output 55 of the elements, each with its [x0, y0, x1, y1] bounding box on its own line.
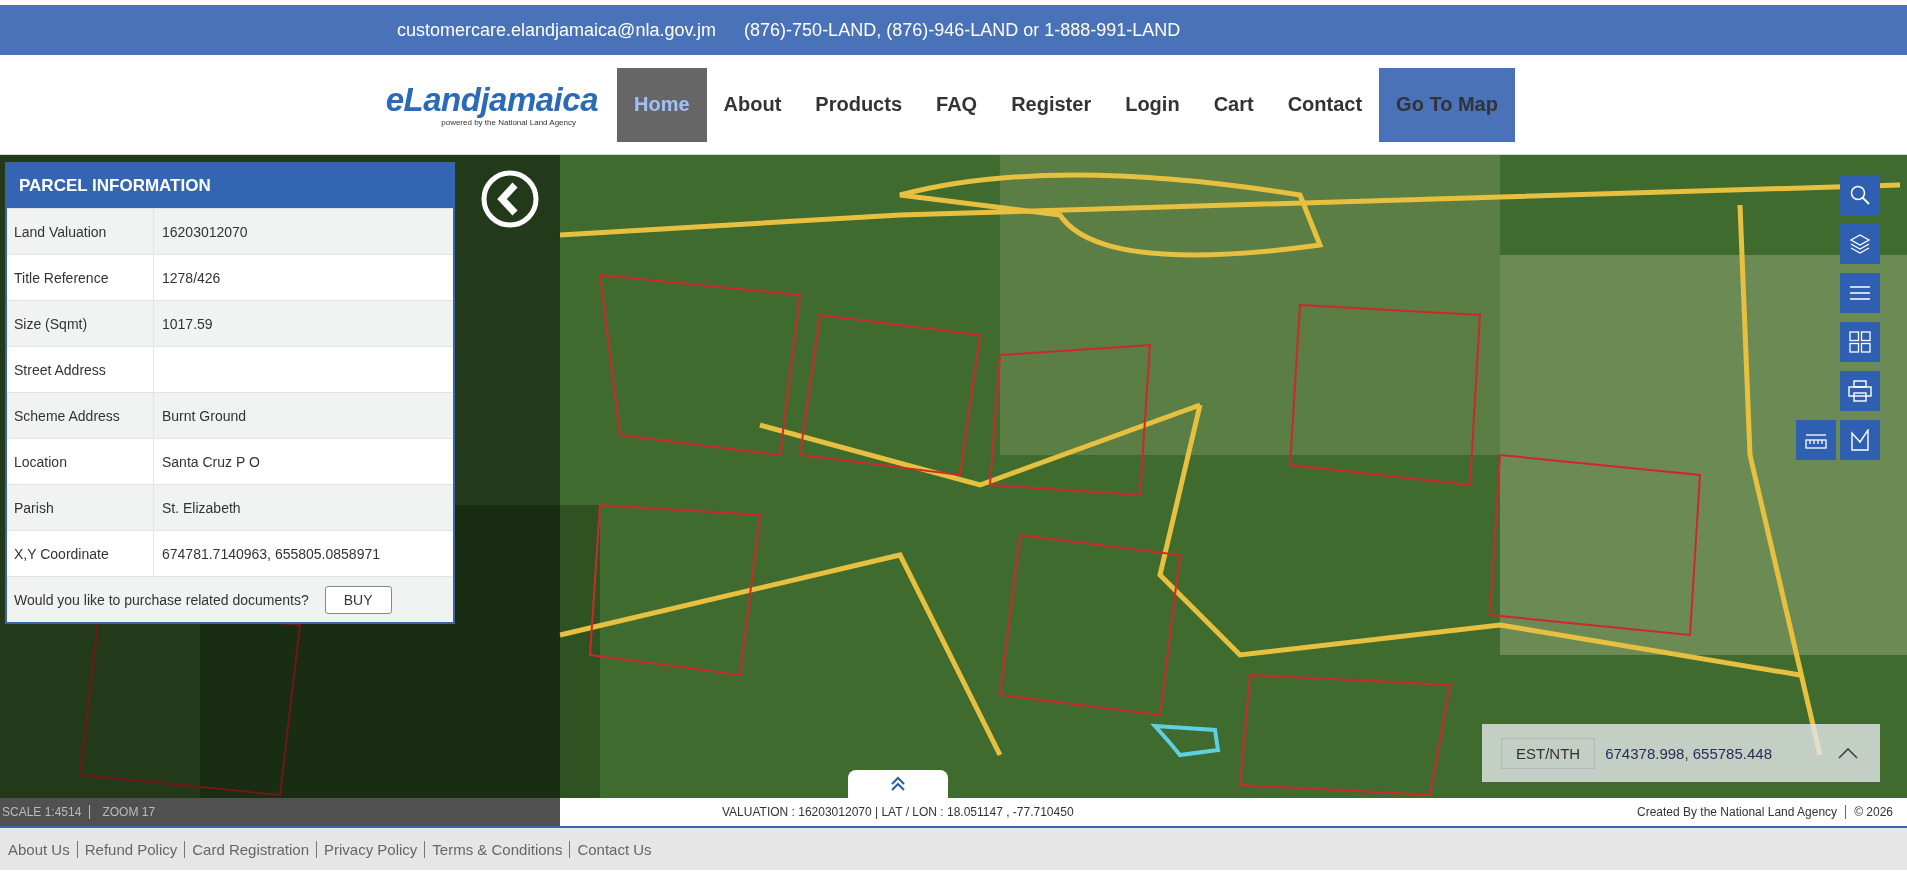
logo-text[interactable]: eLandjamaica [385, 82, 598, 118]
menu-icon [1849, 285, 1871, 301]
coordinate-label: EST/NTH [1501, 737, 1596, 769]
double-chevron-up-icon [890, 776, 906, 792]
nav-link[interactable]: FAQ [919, 67, 995, 142]
nav-link[interactable]: About [706, 67, 799, 142]
map-tool-button[interactable] [1840, 322, 1880, 362]
field-value: Burnt Ground [161, 406, 248, 426]
field-value: Santa Cruz P O [161, 452, 261, 472]
map-tool-button[interactable] [1840, 224, 1880, 264]
email-text: customercare.elandjamaica@nla.gov.jm [397, 19, 717, 41]
buy-button[interactable]: BUY [324, 585, 392, 614]
footer-link[interactable]: About Us [8, 840, 77, 858]
nav-link[interactable]: Register [994, 67, 1109, 142]
nav-link[interactable]: Cart [1196, 67, 1271, 142]
footer-link[interactable]: Terms & Conditions [424, 840, 570, 858]
ruler-icon [1805, 431, 1827, 449]
back-button[interactable] [480, 169, 540, 229]
nav-link[interactable]: Login [1108, 67, 1197, 142]
nav-link[interactable]: Products [798, 67, 920, 142]
nav-link[interactable]: Contact [1270, 67, 1380, 142]
search-icon [1849, 184, 1871, 206]
expand-tab[interactable] [848, 770, 948, 798]
map-tool-button[interactable] [1840, 420, 1880, 460]
layers-icon [1849, 233, 1871, 255]
printer-icon [1848, 380, 1872, 402]
copyright-text: © 2026 [1845, 805, 1893, 819]
field-value: 16203012070 [161, 222, 249, 242]
scale-text: SCALE 1:4514 [2, 805, 82, 819]
nav-link[interactable]: Home [617, 67, 707, 142]
purchase-prompt: Would you like to purchase related documents? [14, 591, 309, 608]
footer-link[interactable]: Privacy Policy [316, 840, 425, 858]
field-value: 674781.7140963, 655805.0858971 [161, 544, 381, 564]
phone-text: (876)-750-LAND, (876)-946-LAND or 1-888-991-LAND [744, 19, 1181, 41]
field-value: St. Elizabeth [161, 498, 242, 518]
field-value: 1278/426 [161, 268, 222, 288]
valuation-text: VALUATION : 16203012070 | LAT / LON : 18.051147 , -77.710450 [722, 805, 1074, 819]
polygon-shape-icon [1850, 429, 1870, 451]
map-tool-button[interactable] [1840, 175, 1880, 215]
map-tool-button[interactable] [1840, 371, 1880, 411]
map-tool-button[interactable] [1840, 273, 1880, 313]
grid-icon [1849, 331, 1871, 353]
zoom-text: ZOOM 17 [89, 805, 156, 819]
footer-link[interactable]: Refund Policy [76, 840, 185, 858]
map-tool-button[interactable] [1796, 420, 1836, 460]
field-value: 1017.59 [161, 314, 214, 334]
chevron-left-icon [480, 169, 540, 229]
logo-tagline: powered by the National Land Agency [441, 118, 576, 127]
footer-link[interactable]: Card Registration [184, 840, 316, 858]
panel-title: PARCEL INFORMATION [7, 164, 453, 208]
collapse-button[interactable] [1836, 745, 1860, 761]
chevron-up-icon [1838, 747, 1858, 759]
footer-link[interactable]: Contact Us [569, 840, 659, 858]
coordinate-value: 674378.998, 655785.448 [1605, 744, 1772, 762]
credit-text: Created By the National Land Agency [1637, 805, 1838, 819]
